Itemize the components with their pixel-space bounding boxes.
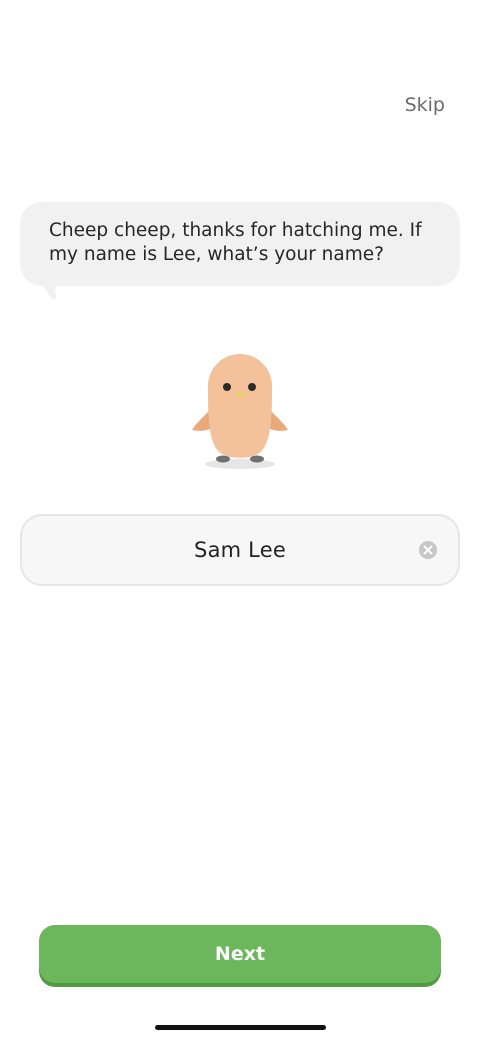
name-input-value[interactable]: Sam Lee <box>194 538 286 562</box>
chick-mascot-icon <box>192 354 288 469</box>
next-button[interactable]: Next <box>39 925 441 983</box>
skip-button[interactable]: Skip <box>405 94 445 116</box>
home-indicator <box>155 1025 326 1030</box>
next-button-label: Next <box>214 943 266 965</box>
speech-bubble-tail <box>38 280 60 300</box>
clear-circle-icon[interactable] <box>418 540 438 560</box>
speech-bubble-text: Cheep cheep, thanks for hatching me. If … <box>49 220 422 265</box>
speech-bubble: Cheep cheep, thanks for hatching me. If … <box>20 202 460 286</box>
name-input-field[interactable]: Sam Lee <box>20 514 460 586</box>
